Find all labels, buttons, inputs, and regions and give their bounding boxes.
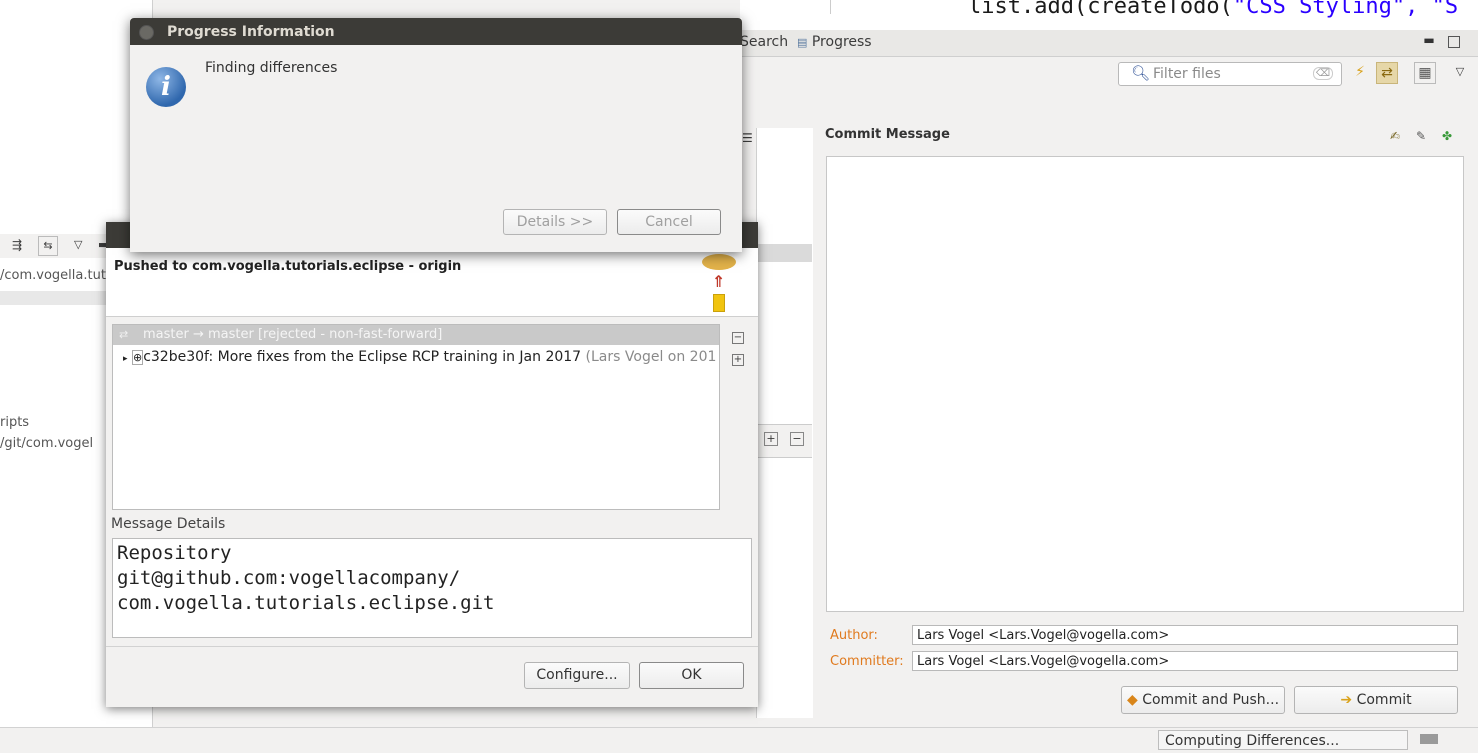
author-field[interactable]: Lars Vogel <Lars.Vogel@vogella.com> bbox=[912, 625, 1458, 645]
push-arrow-icon: ⇑ bbox=[712, 272, 726, 291]
filter-placeholder: Filter files bbox=[1153, 66, 1221, 82]
compare-mode-icon[interactable]: ⇄ bbox=[1376, 62, 1398, 84]
list-icon[interactable]: ☰ bbox=[742, 131, 753, 145]
commit-message-textarea[interactable] bbox=[826, 156, 1464, 612]
explorer-item[interactable]: /com.vogella.tut bbox=[0, 268, 106, 283]
commit-and-push-button[interactable]: ◆ Commit and Push... bbox=[1121, 686, 1285, 714]
push-result-heading: Pushed to com.vogella.tutorials.eclipse … bbox=[114, 259, 462, 274]
link-editor-icon[interactable]: ⇆ bbox=[38, 236, 58, 256]
configure-button[interactable]: Configure... bbox=[524, 662, 630, 689]
push-results-dialog: Pushed to com.vogella.tutorials.eclipse … bbox=[106, 222, 758, 707]
presentation-icon[interactable]: ▦ bbox=[1414, 62, 1436, 84]
repo-icon bbox=[713, 294, 725, 312]
progress-dialog-title: Progress Information bbox=[167, 24, 335, 40]
message-details-text[interactable]: Repository git@github.com:vogellacompany… bbox=[112, 538, 752, 638]
message-details-label: Message Details bbox=[111, 516, 226, 532]
ref-update-label: master → master [rejected - non-fast-for… bbox=[143, 327, 443, 342]
progress-message: Finding differences bbox=[205, 60, 338, 76]
details-button[interactable]: Details >> bbox=[503, 209, 607, 235]
commit-icon: ⊕ bbox=[131, 350, 144, 365]
expand-arrow-icon[interactable]: ▸ bbox=[123, 354, 128, 364]
explorer-selected-item[interactable] bbox=[0, 291, 108, 305]
commit-row[interactable]: ▸ ⊕c32be30f: More fixes from the Eclipse… bbox=[123, 349, 717, 365]
change-id-icon[interactable]: ✤ bbox=[1442, 129, 1452, 143]
ok-button[interactable]: OK bbox=[639, 662, 744, 689]
commit-message-header: Commit Message ✍ ✎ ✤ bbox=[818, 124, 1468, 148]
author-label: Author: bbox=[830, 628, 878, 643]
progress-bar bbox=[1420, 734, 1438, 744]
commit-message-title: Commit Message bbox=[825, 127, 950, 142]
maximize-view-icon[interactable] bbox=[1448, 36, 1460, 48]
unstaged-changes-list[interactable] bbox=[756, 128, 813, 718]
close-window-icon[interactable] bbox=[139, 25, 154, 40]
collapse-all-icon[interactable]: − bbox=[732, 332, 744, 344]
minimize-view-icon[interactable]: ▬ bbox=[1422, 33, 1436, 47]
tab-progress[interactable]: ▤ Progress bbox=[797, 34, 872, 50]
search-icon: 🔍︎ bbox=[1131, 64, 1151, 82]
selected-row[interactable] bbox=[756, 244, 812, 262]
progress-status[interactable]: Computing Differences... bbox=[1158, 730, 1408, 750]
committer-label: Committer: bbox=[830, 654, 904, 669]
ref-icon: ⇄ bbox=[119, 328, 129, 341]
expand-all-icon[interactable]: + bbox=[732, 354, 744, 366]
push-dialog-header: Pushed to com.vogella.tutorials.eclipse … bbox=[106, 248, 758, 317]
editor-code-line: list.add(createTodo("CSS Styling", "S bbox=[968, 0, 1459, 19]
commit-button[interactable]: ➔ Commit bbox=[1294, 686, 1458, 714]
refresh-icon[interactable]: ⚡ bbox=[1350, 62, 1370, 82]
clear-filter-icon[interactable]: ⌫ bbox=[1312, 67, 1333, 80]
divider bbox=[106, 646, 758, 647]
view-menu-icon[interactable]: ▽ bbox=[1450, 62, 1470, 82]
committer-field[interactable]: Lars Vogel <Lars.Vogel@vogella.com> bbox=[912, 651, 1458, 671]
view-menu-icon[interactable]: ▽ bbox=[74, 238, 82, 251]
explorer-item[interactable]: /git/com.vogel bbox=[0, 436, 93, 451]
progress-information-dialog: Progress Information i Finding differenc… bbox=[130, 18, 742, 252]
progress-dialog-titlebar: Progress Information bbox=[130, 18, 742, 45]
amend-icon[interactable]: ✎ bbox=[1416, 129, 1426, 143]
explorer-toolbar: ⇶ ⇆ ▽ ▬ bbox=[0, 234, 110, 258]
message-line: com.vogella.tutorials.eclipse.git bbox=[117, 592, 495, 614]
editor-ruler bbox=[800, 0, 831, 14]
collapse-all-icon[interactable]: ⇶ bbox=[12, 238, 22, 252]
message-line: git@github.com:vogellacompany/ bbox=[117, 567, 461, 589]
commit-icon: ➔ bbox=[1340, 692, 1353, 708]
push-results-tree[interactable]: ⇄ master → master [rejected - non-fast-f… bbox=[112, 324, 720, 510]
ref-update-row[interactable]: ⇄ master → master [rejected - non-fast-f… bbox=[113, 325, 719, 345]
cancel-button[interactable]: Cancel bbox=[617, 209, 721, 235]
expand-all-icon[interactable]: + bbox=[764, 432, 778, 446]
cloud-icon bbox=[702, 254, 736, 270]
tab-search[interactable]: Search bbox=[740, 34, 788, 50]
add-signed-off-icon[interactable]: ✍ bbox=[1390, 129, 1400, 143]
filter-files-input[interactable]: 🔍︎ Filter files ⌫ bbox=[1118, 62, 1342, 86]
info-icon: i bbox=[146, 67, 186, 107]
collapse-all-icon[interactable]: − bbox=[790, 432, 804, 446]
progress-icon: ▤ bbox=[797, 36, 808, 49]
explorer-item[interactable]: ripts bbox=[0, 415, 29, 430]
push-icon: ◆ bbox=[1126, 692, 1138, 708]
message-line: Repository bbox=[117, 542, 232, 564]
